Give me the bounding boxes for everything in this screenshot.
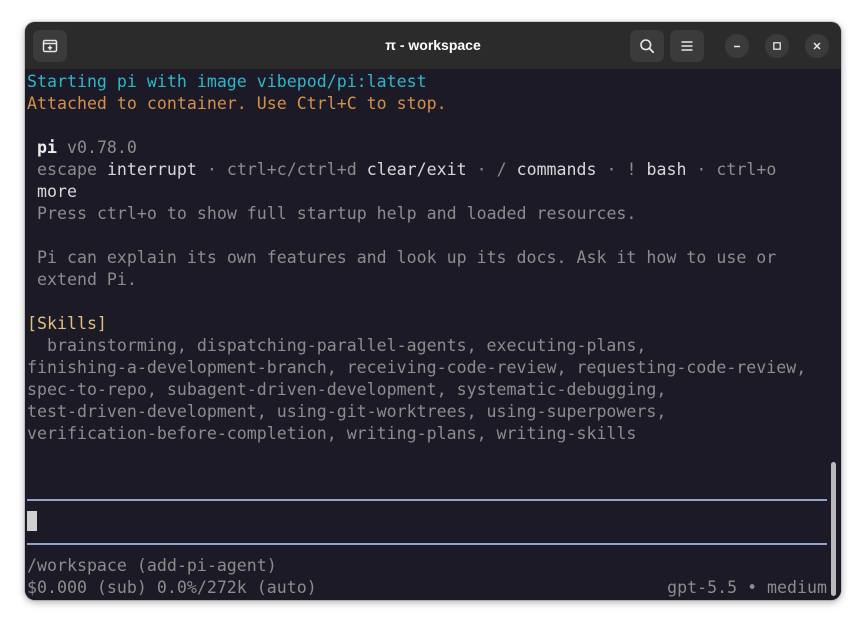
menu-button[interactable] (670, 30, 704, 62)
minimize-button[interactable] (725, 34, 749, 58)
help-action-wrap: more (37, 182, 77, 201)
pi-version-line: pi v0.78.0 (37, 137, 137, 159)
scrollbar[interactable] (831, 462, 836, 596)
terminal-output[interactable]: Starting pi with image vibepod/pi:latest… (25, 70, 841, 600)
explain-line: Pi can explain its own features and look… (37, 248, 777, 267)
minimize-icon (734, 45, 740, 48)
close-button[interactable] (805, 34, 829, 58)
maximize-button[interactable] (765, 34, 789, 58)
help-action: clear/exit (356, 160, 467, 179)
new-tab-button[interactable] (33, 30, 67, 62)
hamburger-menu-icon (681, 41, 693, 51)
status-model: gpt-5.5 • medium (667, 578, 827, 597)
help-keys-line: escape interrupt · ctrl+c/ctrl+d clear/e… (37, 159, 776, 181)
press-help-line: Press ctrl+o to show full startup help a… (37, 204, 637, 223)
skills-header: [Skills] (27, 314, 107, 333)
text-cursor (27, 511, 37, 531)
maximize-icon (773, 42, 781, 50)
attached-line: Attached to container. Use Ctrl+C to sto… (27, 94, 447, 113)
skills-line: finishing-a-development-branch, receivin… (27, 358, 807, 377)
explain-line-wrap: extend Pi. (37, 270, 137, 289)
title-bar: π - workspace (25, 22, 841, 70)
search-icon (640, 39, 655, 54)
skills-line: verification-before-completion, writing-… (27, 424, 637, 443)
status-cost: $0.000 (sub) 0.0%/272k (auto) (27, 578, 317, 597)
help-action: commands (506, 160, 597, 179)
new-tab-icon (42, 39, 58, 53)
close-icon (813, 42, 821, 50)
pi-version: v0.78.0 (56, 138, 137, 157)
search-button[interactable] (630, 30, 664, 62)
skills-line: test-driven-development, using-git-workt… (27, 402, 667, 421)
input-top-divider (27, 499, 827, 501)
pi-name: pi (37, 138, 57, 157)
help-key: · / (466, 160, 507, 179)
help-action: interrupt (96, 160, 197, 179)
status-path: /workspace (add-pi-agent) (27, 556, 277, 575)
input-bottom-divider (27, 543, 827, 545)
help-key: · ctrl+o (686, 160, 777, 179)
help-key: escape (37, 160, 97, 179)
help-key: · ctrl+c/ctrl+d (196, 160, 357, 179)
startup-line: Starting pi with image vibepod/pi:latest (27, 72, 427, 91)
help-action: bash (636, 160, 687, 179)
window-title: π - workspace (385, 37, 481, 53)
help-key: · ! (596, 160, 637, 179)
skills-line: spec-to-repo, subagent-driven-developmen… (27, 380, 667, 399)
skills-line: brainstorming, dispatching-parallel-agen… (27, 336, 647, 355)
terminal-window: π - workspace Starting pi with image vib… (25, 22, 841, 600)
